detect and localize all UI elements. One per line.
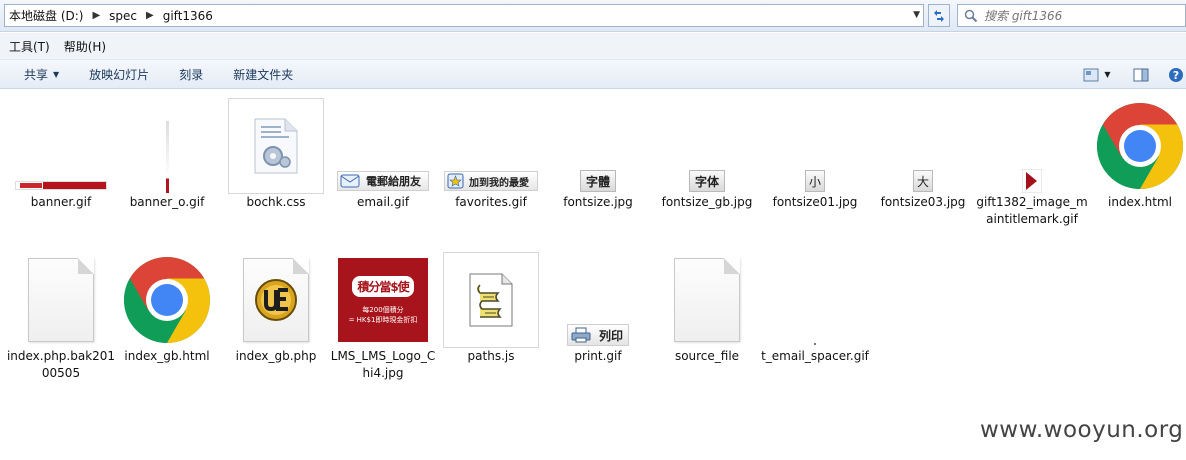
menu-bar: 工具(T) 帮助(H) xyxy=(0,33,1186,60)
file-name: source_file xyxy=(674,349,740,363)
breadcrumb-gift1366[interactable]: gift1366 xyxy=(163,9,213,23)
address-dropdown-icon[interactable]: ▼ xyxy=(913,10,920,20)
star-icon xyxy=(447,173,464,189)
css-thumbnail xyxy=(223,98,329,194)
help-icon: ? xyxy=(1169,67,1183,82)
watermark: www.wooyun.org xyxy=(980,417,1184,443)
script-thumbnail xyxy=(438,252,544,348)
fontsize-gb-caption: 字体 xyxy=(689,170,725,192)
generic-file-thumbnail xyxy=(654,252,760,348)
image-thumbnail xyxy=(979,98,1085,194)
ultraedit-file-icon xyxy=(243,258,309,342)
help-button[interactable]: ? xyxy=(1166,64,1186,85)
file-name: email.gif xyxy=(356,195,410,209)
spacer-pixel xyxy=(814,343,816,345)
email-caption: 電郵給朋友 xyxy=(366,175,421,188)
favorites-caption: 加到我的最愛 xyxy=(469,177,529,189)
refresh-button[interactable] xyxy=(928,4,950,27)
lms-logo-headline: 積分當$使 xyxy=(352,275,414,297)
lms-logo-line2: = HK$1即時現金折扣 xyxy=(348,315,418,324)
breadcrumb-drive[interactable]: 本地磁盘 (D:) xyxy=(9,7,83,24)
share-label: 共享 xyxy=(24,67,49,82)
slideshow-button[interactable]: 放映幻灯片 xyxy=(89,66,149,83)
view-options-button[interactable]: ▼ xyxy=(1078,64,1116,85)
image-thumbnail xyxy=(762,252,868,348)
search-icon xyxy=(964,9,978,22)
blank-file-icon xyxy=(674,258,740,342)
file-name: banner.gif xyxy=(30,195,92,209)
chrome-thumbnail xyxy=(114,252,220,348)
search-field[interactable] xyxy=(957,4,1186,27)
image-thumbnail: 小 xyxy=(762,98,868,194)
file-name: LMS_LMS_Logo_Chi4.jpg xyxy=(330,349,436,380)
command-bar: 共享 ▼ 放映幻灯片 刻录 新建文件夹 ▼ ? xyxy=(0,60,1186,89)
file-name: fontsize_gb.jpg xyxy=(661,195,753,209)
image-thumbnail: 積分當$使 每200個積分 = HK$1即時現金折扣 xyxy=(330,252,436,348)
preview-pane-button[interactable] xyxy=(1130,64,1152,85)
chrome-thumbnail xyxy=(1087,98,1186,194)
image-thumbnail: 電郵給朋友 xyxy=(330,98,436,194)
refresh-icon xyxy=(934,9,944,22)
print-caption: 列印 xyxy=(599,328,624,343)
chevron-down-icon: ▼ xyxy=(1104,70,1111,79)
image-thumbnail: 字體 xyxy=(545,98,651,194)
file-name: index.html xyxy=(1108,195,1172,209)
file-name: index_gb.html xyxy=(124,349,210,363)
search-input[interactable] xyxy=(984,8,1184,23)
burn-button[interactable]: 刻录 xyxy=(179,66,203,83)
menu-tools[interactable]: 工具(T) xyxy=(9,38,50,55)
fontsize01-caption: 小 xyxy=(805,170,825,192)
generic-file-thumbnail xyxy=(8,252,114,348)
printer-icon xyxy=(571,327,591,343)
image-thumbnail: 字体 xyxy=(654,98,760,194)
breadcrumb-spec[interactable]: spec xyxy=(109,9,137,23)
file-name: bochk.css xyxy=(246,195,306,209)
title-mark-icon xyxy=(1022,169,1042,193)
image-thumbnail: 列印 xyxy=(545,252,651,348)
address-bar[interactable]: 本地磁盘 (D:) ▶ spec ▶ gift1366 ▼ xyxy=(4,4,924,27)
image-thumbnail xyxy=(8,98,114,194)
file-name: index.php.bak20100505 xyxy=(6,349,116,380)
chrome-icon xyxy=(1097,103,1183,189)
chevron-down-icon: ▼ xyxy=(53,69,60,79)
file-name: banner_o.gif xyxy=(129,195,205,209)
svg-text:?: ? xyxy=(1173,69,1179,82)
envelope-icon xyxy=(340,174,360,188)
ultraedit-thumbnail xyxy=(223,252,329,348)
file-name: gift1382_image_maintitlemark.gif xyxy=(976,195,1088,226)
image-thumbnail: 大 xyxy=(870,98,976,194)
address-bar-row: 本地磁盘 (D:) ▶ spec ▶ gift1366 ▼ xyxy=(0,0,1186,32)
new-folder-button[interactable]: 新建文件夹 xyxy=(233,66,293,83)
file-name: fontsize03.jpg xyxy=(880,195,966,209)
file-name: print.gif xyxy=(574,349,622,363)
breadcrumb-separator-icon[interactable]: ▶ xyxy=(146,10,154,21)
view-icon xyxy=(1083,68,1099,81)
file-name: favorites.gif xyxy=(455,195,527,209)
breadcrumb-separator-icon[interactable]: ▶ xyxy=(92,10,100,21)
fontsize-caption: 字體 xyxy=(580,170,616,192)
preview-pane-icon xyxy=(1133,68,1149,81)
blank-file-icon xyxy=(28,258,94,342)
menu-help[interactable]: 帮助(H) xyxy=(64,38,106,55)
image-thumbnail: 加到我的最愛 xyxy=(438,98,544,194)
file-name: index_gb.php xyxy=(235,349,317,363)
share-button[interactable]: 共享 ▼ xyxy=(24,66,59,83)
lms-logo-line1: 每200個積分 xyxy=(362,305,404,314)
file-name: t_email_spacer.gif xyxy=(761,349,869,363)
file-name: paths.js xyxy=(467,349,515,363)
image-thumbnail xyxy=(114,98,220,194)
ultraedit-logo-icon xyxy=(255,279,297,321)
css-file-icon xyxy=(254,118,298,174)
fontsize03-caption: 大 xyxy=(913,170,933,192)
file-name: fontsize.jpg xyxy=(563,195,633,209)
file-name: fontsize01.jpg xyxy=(772,195,858,209)
chrome-icon xyxy=(124,257,210,343)
script-file-icon xyxy=(469,273,513,327)
